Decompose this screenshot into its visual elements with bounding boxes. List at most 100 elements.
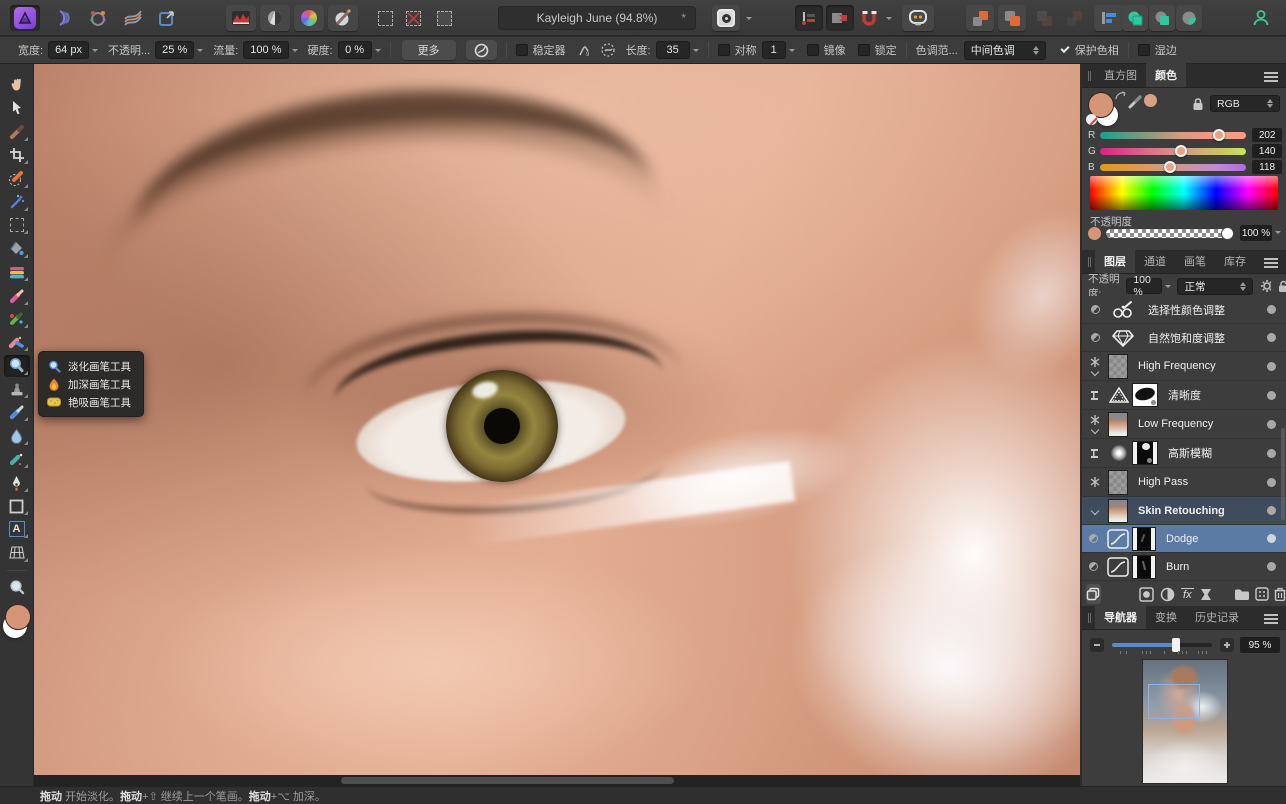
develop-persona-icon[interactable]: [83, 5, 113, 31]
layer-thumbnail[interactable]: [1108, 498, 1128, 523]
boolean-subtract-icon[interactable]: [1149, 5, 1175, 31]
tone-mapping-persona-icon[interactable]: [118, 5, 148, 31]
width-value[interactable]: 64 px: [48, 41, 89, 59]
blue-slider-handle[interactable]: [1164, 160, 1177, 173]
expand-chevron-icon[interactable]: [1090, 425, 1100, 435]
layer-row-high-frequency[interactable]: High Frequency: [1082, 352, 1286, 381]
invert-selection-icon[interactable]: [430, 5, 458, 31]
merge-rasterize-button[interactable]: [1255, 587, 1269, 601]
expand-chevron-icon[interactable]: [1090, 506, 1100, 515]
gradient-tool[interactable]: [4, 261, 30, 283]
navigator-thumbnail[interactable]: [1143, 660, 1227, 783]
liquify-persona-icon[interactable]: [48, 5, 78, 31]
group-layers-button[interactable]: [1234, 588, 1250, 601]
stabilizer-checkbox[interactable]: [515, 44, 528, 56]
blue-slider-track[interactable]: [1099, 160, 1247, 173]
zoom-in-button[interactable]: [1220, 638, 1234, 652]
layer-mask-thumbnail[interactable]: [1132, 526, 1156, 551]
marquee-selection-tool[interactable]: [4, 214, 30, 236]
rectangle-tool[interactable]: [4, 495, 30, 517]
erase-brush-tool[interactable]: [4, 331, 30, 353]
protect-hue-checkbox[interactable]: [1058, 44, 1070, 56]
account-person-icon[interactable]: [1246, 5, 1276, 31]
layers-opacity-dropdown-icon[interactable]: [1165, 284, 1172, 288]
boolean-intersect-icon[interactable]: [1176, 5, 1202, 31]
opacity-dropdown-icon[interactable]: [1275, 231, 1281, 234]
tab-transform[interactable]: 变换: [1146, 604, 1186, 629]
green-slider-track[interactable]: [1099, 144, 1247, 157]
opacity-slider-track[interactable]: [1106, 227, 1234, 240]
assistant-robot-icon[interactable]: [902, 5, 934, 31]
document-canvas[interactable]: [34, 64, 1080, 775]
layer-row-vibrance[interactable]: 自然饱和度调整: [1082, 324, 1286, 352]
layer-thumbnail[interactable]: [1108, 411, 1128, 437]
move-forward-icon[interactable]: [998, 5, 1026, 31]
flyout-item-dodge[interactable]: 淡化画笔工具: [39, 357, 143, 375]
symmetry-checkbox[interactable]: [717, 44, 730, 56]
layer-row-dodge[interactable]: Dodge: [1082, 525, 1286, 553]
clone-brush-tool[interactable]: [4, 378, 30, 400]
snapping-guides-icon[interactable]: [795, 5, 823, 31]
flyout-item-sponge[interactable]: 艳吸画笔工具: [39, 393, 143, 411]
red-slider-handle[interactable]: [1212, 128, 1225, 141]
adjustment-layer-button[interactable]: [1160, 587, 1175, 602]
navigator-panel-menu-icon[interactable]: [1264, 614, 1278, 624]
layer-thumbnail[interactable]: [1108, 469, 1128, 495]
colour-panel-menu-icon[interactable]: [1264, 72, 1278, 82]
tab-brushes[interactable]: 画笔: [1175, 248, 1215, 273]
deselect-icon[interactable]: [399, 5, 427, 31]
pen-tool[interactable]: [4, 472, 30, 494]
smudge-tool[interactable]: [4, 448, 30, 470]
layers-opacity-value[interactable]: 100 %: [1126, 274, 1163, 298]
layer-settings-gear-icon[interactable]: [1260, 279, 1271, 293]
tonal-range-select[interactable]: 中间色调: [963, 40, 1046, 60]
symmetry-dropdown-icon[interactable]: [788, 48, 795, 52]
layer-visibility-toggle[interactable]: [1267, 562, 1276, 571]
brush-opacity-value[interactable]: 25 %: [155, 41, 195, 59]
layer-visibility-toggle[interactable]: [1267, 534, 1276, 543]
document-title[interactable]: Kayleigh June (94.8%) *: [498, 6, 696, 30]
tab-navigator[interactable]: 导航器: [1095, 604, 1146, 629]
auto-levels-icon[interactable]: [226, 5, 256, 31]
move-to-front-icon[interactable]: [966, 5, 994, 31]
window-stabilizer-icon[interactable]: [600, 42, 616, 58]
blend-mode-select[interactable]: 正常: [1177, 277, 1254, 295]
layer-visibility-toggle[interactable]: [1267, 305, 1276, 314]
live-filter-button[interactable]: [1200, 588, 1212, 601]
layer-row-low-frequency[interactable]: Low Frequency: [1082, 410, 1286, 439]
undo-brush-tool[interactable]: [4, 401, 30, 423]
mesh-warp-tool[interactable]: [4, 542, 30, 564]
layer-thumbnail[interactable]: [1132, 383, 1158, 407]
swap-colours-icon[interactable]: [1114, 90, 1128, 102]
flood-fill-tool[interactable]: [4, 238, 30, 260]
colour-swatches[interactable]: [2, 603, 32, 638]
length-value[interactable]: 35: [655, 41, 690, 59]
layers-scrollbar[interactable]: [1281, 428, 1285, 520]
length-dropdown-icon[interactable]: [692, 48, 699, 52]
layer-row-clarity[interactable]: 清晰度: [1082, 381, 1286, 410]
move-to-back-icon[interactable]: [1060, 5, 1088, 31]
snapping-magnet-icon[interactable]: [856, 5, 882, 31]
auto-contrast-icon[interactable]: [260, 5, 290, 31]
layer-visibility-toggle[interactable]: [1267, 390, 1276, 400]
snapping-dropdown[interactable]: [882, 5, 896, 31]
mask-layer-button[interactable]: [1138, 586, 1154, 602]
colour-picker-icon[interactable]: [1128, 94, 1144, 110]
artistic-text-tool[interactable]: A: [4, 518, 30, 540]
select-all-marquee-icon[interactable]: [371, 5, 399, 31]
delete-layer-trash-button[interactable]: [1274, 587, 1286, 601]
layer-row-gaussian-blur[interactable]: 高斯模糊: [1082, 439, 1286, 468]
zoom-slider-handle[interactable]: [1172, 638, 1180, 652]
tab-history[interactable]: 历史记录: [1186, 604, 1248, 629]
hardness-value[interactable]: 0 %: [337, 41, 372, 59]
panel-grip[interactable]: [1088, 71, 1091, 81]
layer-thumbnail[interactable]: [1108, 353, 1128, 379]
layer-visibility-toggle[interactable]: [1267, 506, 1276, 515]
opacity-dropdown-icon[interactable]: [197, 48, 204, 52]
tab-stock[interactable]: 库存: [1215, 248, 1255, 273]
lock-checkbox[interactable]: [857, 44, 870, 56]
red-value[interactable]: 202: [1252, 128, 1282, 142]
paint-brush-tool[interactable]: [4, 285, 30, 307]
hardness-dropdown-icon[interactable]: [374, 48, 381, 52]
auto-colours-icon[interactable]: [294, 5, 324, 31]
